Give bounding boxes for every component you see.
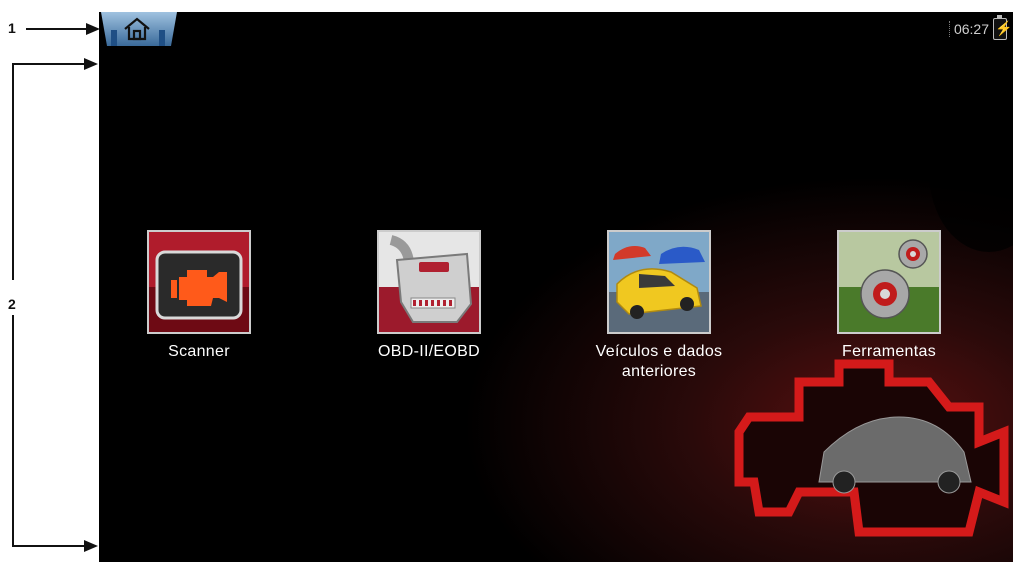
app-scanner[interactable]: Scanner: [114, 230, 284, 362]
gears-icon: [837, 230, 941, 334]
callout-2-number: 2: [8, 296, 16, 312]
app-tools[interactable]: Ferramentas: [804, 230, 974, 362]
obd-connector-icon: [377, 230, 481, 334]
app-label: OBD-II/EOBD: [378, 343, 480, 360]
app-obd[interactable]: OBD-II/EOBD: [344, 230, 514, 362]
app-label: Veículos e dados anteriores: [595, 343, 723, 380]
callout-1-number: 1: [8, 20, 16, 36]
battery-icon: ⚡: [993, 15, 1012, 40]
clock: 06:27: [948, 21, 989, 37]
status-bar: 06:27 ⚡: [948, 15, 1012, 40]
callout-1-arrow: [26, 23, 100, 35]
device-screen: 06:27 ⚡ Scanner OBD-II/EOBD Veículos e d…: [99, 12, 1013, 562]
engine-light-icon: [147, 230, 251, 334]
app-label: Ferramentas: [842, 343, 936, 360]
cars-icon: [607, 230, 711, 334]
app-label: Scanner: [168, 343, 230, 360]
home-button[interactable]: [101, 12, 177, 46]
app-vehicles[interactable]: Veículos e dados anteriores: [574, 230, 744, 382]
